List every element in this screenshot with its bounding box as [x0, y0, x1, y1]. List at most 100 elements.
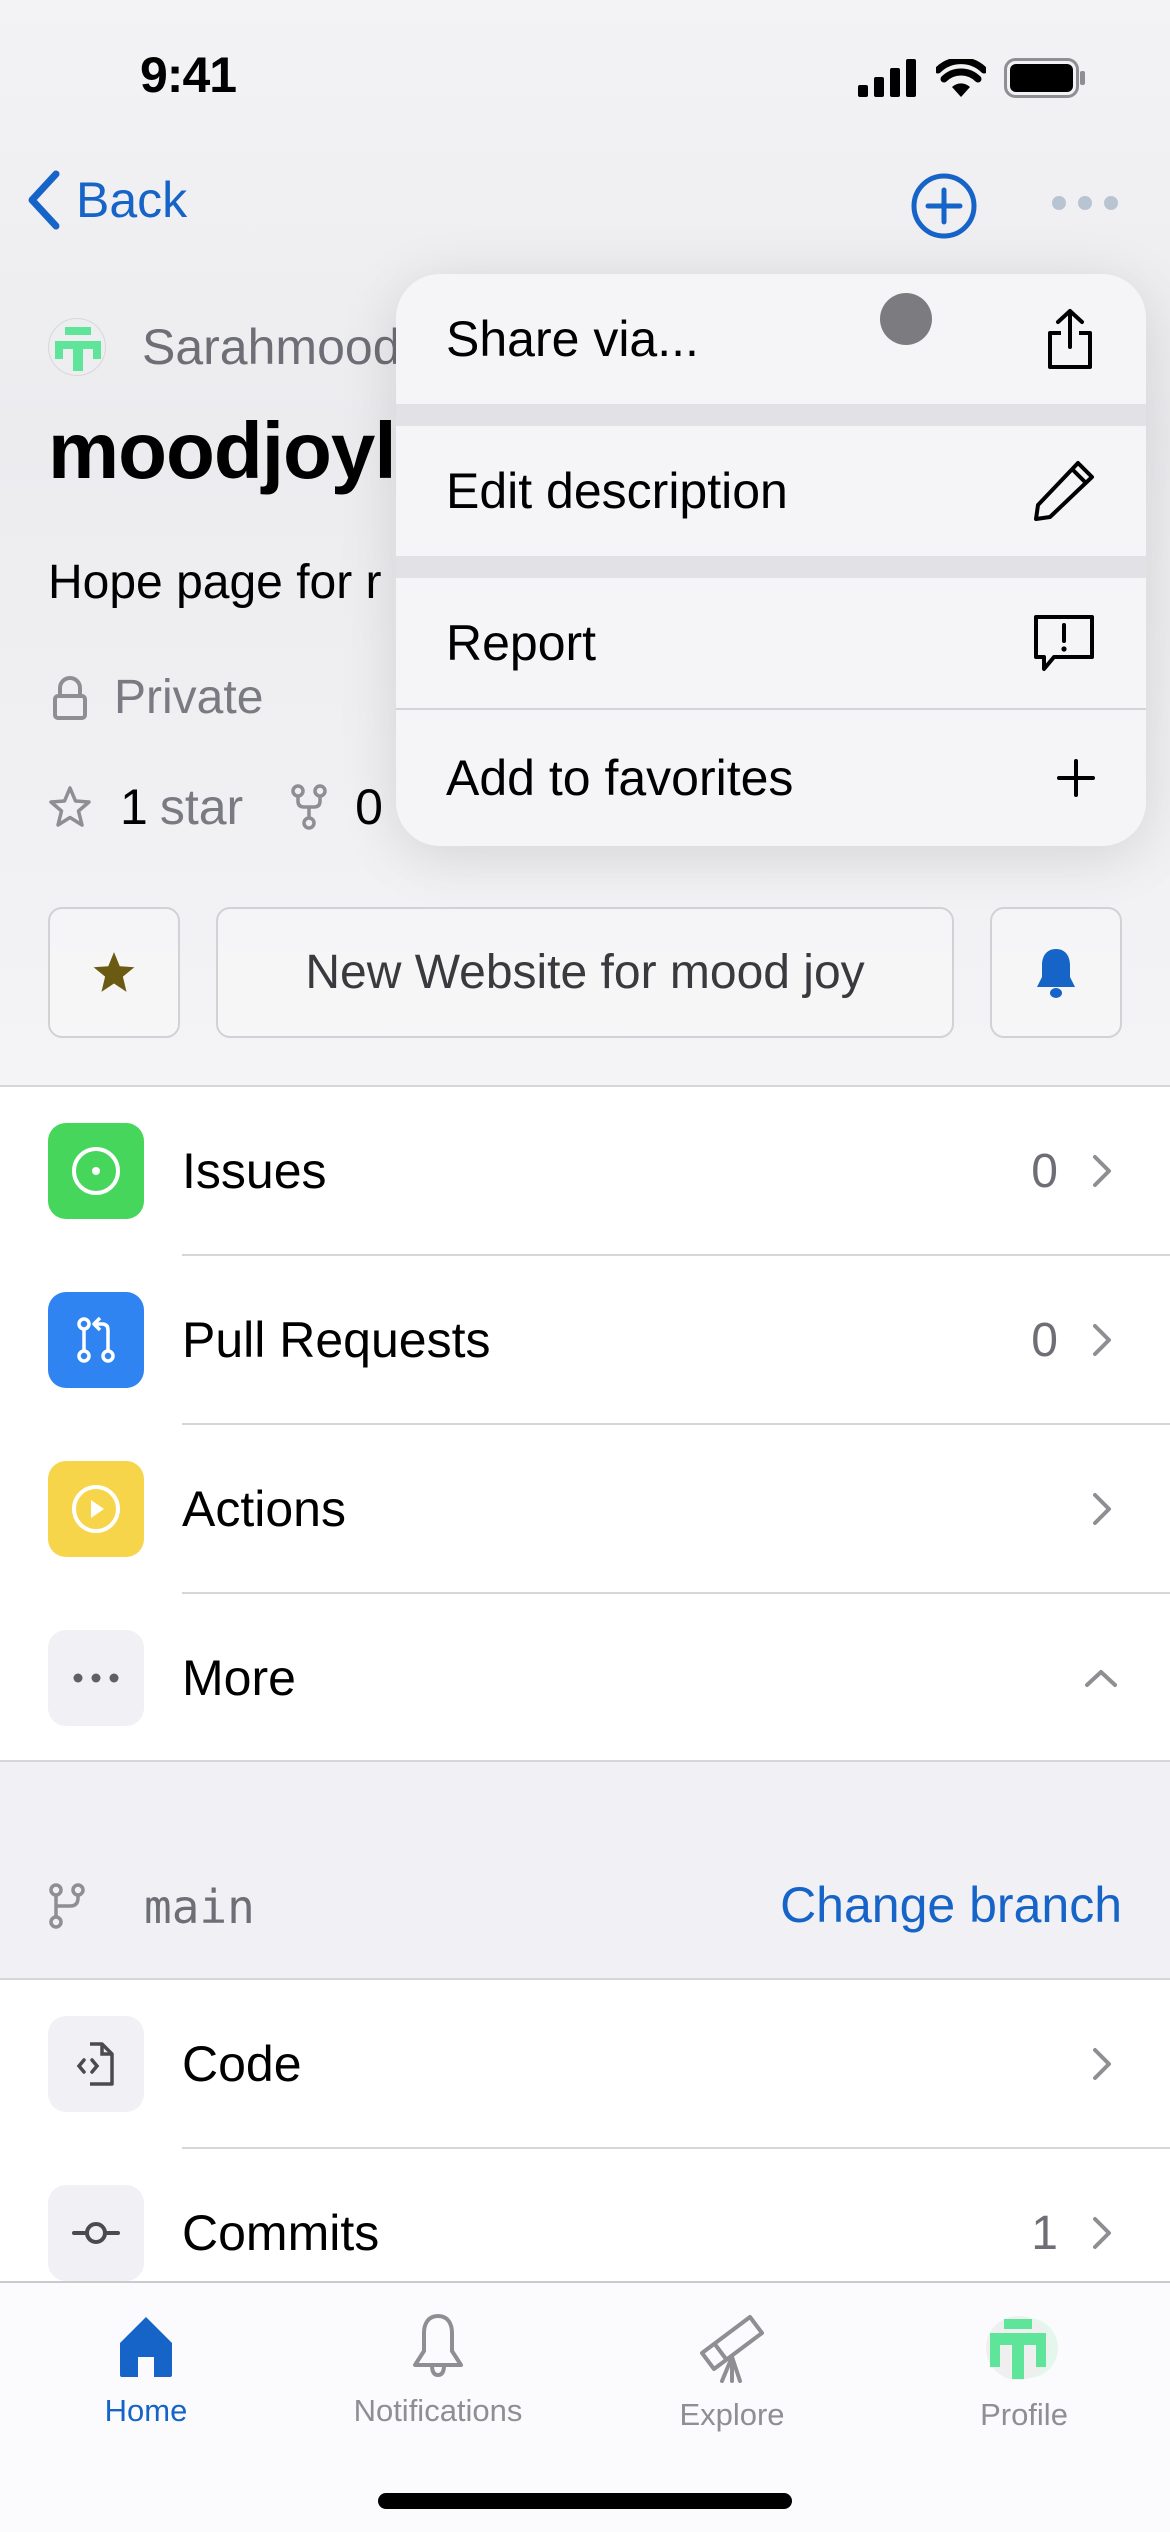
menu-item-edit-description[interactable]: Edit description — [396, 426, 1146, 556]
list-item-label: Pull Requests — [182, 1312, 491, 1368]
owner-name: Sarahmood — [142, 319, 401, 375]
list-item-more[interactable]: More — [0, 1594, 1170, 1762]
list-item-code[interactable]: Code — [0, 1980, 1170, 2148]
branch-name: main — [144, 1880, 255, 1934]
tab-explore[interactable]: Explore — [622, 2313, 842, 2433]
stars-label[interactable]: star — [160, 778, 243, 836]
list-item-pull-requests[interactable]: Pull Requests 0 — [0, 1256, 1170, 1424]
star-filled-icon — [93, 951, 135, 992]
menu-item-label: Share via... — [446, 311, 699, 367]
menu-item-label: Add to favorites — [446, 750, 794, 806]
tab-label: Explore — [679, 2397, 785, 2432]
more-tile — [48, 1630, 144, 1726]
tab-home[interactable]: Home — [36, 2313, 256, 2429]
tab-profile[interactable]: Profile — [914, 2313, 1134, 2433]
forks-count[interactable]: 0 — [355, 778, 383, 836]
chevron-right-icon — [1093, 1493, 1111, 1525]
report-icon — [1034, 615, 1094, 671]
profile-avatar-icon — [986, 2316, 1058, 2380]
share-icon — [1048, 309, 1092, 369]
change-branch-button[interactable]: Change branch — [780, 1876, 1122, 1934]
repo-owner[interactable]: Sarahmood — [48, 318, 401, 376]
branch-icon — [49, 1883, 85, 1929]
back-button[interactable]: Back — [26, 170, 187, 230]
list-item-actions[interactable]: Actions — [0, 1425, 1170, 1593]
repo-stats: 1 star 0 — [48, 778, 383, 836]
plus-circle-icon — [911, 173, 977, 239]
list-item-label: Commits — [182, 2205, 380, 2261]
list-item-label: Code — [182, 2036, 302, 2092]
watch-button[interactable] — [990, 907, 1122, 1038]
chevron-right-icon — [1093, 2048, 1111, 2080]
plus-icon — [1057, 759, 1095, 797]
more-dot-icon — [1052, 196, 1066, 210]
stars-count[interactable]: 1 — [120, 778, 148, 836]
repo-description: Hope page for r — [48, 556, 382, 609]
chevron-up-icon — [1085, 1670, 1117, 1687]
tab-label: Home — [104, 2393, 188, 2428]
avatar — [48, 318, 106, 376]
menu-item-add-favorites[interactable]: Add to favorites — [396, 710, 1146, 846]
commit-icon — [72, 2222, 120, 2244]
list-item-label: More — [182, 1650, 296, 1706]
description-button[interactable]: New Website for mood joy — [216, 907, 954, 1038]
chevron-right-icon — [1093, 2217, 1111, 2249]
more-dot-icon — [1078, 196, 1092, 210]
code-file-icon — [76, 2042, 114, 2086]
context-menu: Share via... Edit description Report Add… — [396, 274, 1146, 846]
list-item-issues[interactable]: Issues 0 — [0, 1087, 1170, 1255]
menu-item-report[interactable]: Report — [396, 578, 1146, 708]
chevron-left-icon — [28, 170, 60, 230]
home-indicator — [378, 2493, 792, 2509]
bell-filled-icon — [1037, 948, 1075, 998]
list-item-label: Actions — [182, 1481, 346, 1537]
pencil-icon — [1034, 461, 1094, 521]
star-outline-icon — [49, 786, 91, 827]
menu-group-separator — [396, 404, 1146, 426]
home-icon — [120, 2317, 172, 2377]
visibility-label: Private — [114, 671, 264, 724]
actions-tile — [48, 1461, 144, 1557]
fork-icon — [291, 784, 327, 830]
status-icons — [858, 58, 1086, 98]
branch-section: main Change branch — [0, 1762, 1170, 1978]
star-button[interactable] — [48, 907, 180, 1038]
back-label: Back — [76, 172, 188, 228]
battery-icon — [1004, 58, 1085, 98]
telescope-icon — [700, 2315, 764, 2383]
pull-request-icon — [77, 1316, 115, 1363]
tab-label: Profile — [980, 2397, 1068, 2432]
signal-icon — [858, 59, 916, 97]
tab-notifications[interactable]: Notifications — [328, 2313, 548, 2429]
more-dot-icon — [1104, 196, 1118, 210]
list-item-label: Issues — [182, 1143, 327, 1199]
chevron-right-icon — [1093, 1155, 1111, 1187]
touch-indicator — [880, 293, 932, 345]
pull-requests-tile — [48, 1292, 144, 1388]
issues-icon — [72, 1147, 120, 1195]
code-tile — [48, 2016, 144, 2112]
menu-item-label: Report — [446, 615, 597, 671]
menu-item-share[interactable]: Share via... — [396, 274, 1146, 404]
tab-label: Notifications — [353, 2393, 523, 2428]
more-options-button[interactable] — [1052, 196, 1118, 210]
identicon-icon — [55, 327, 101, 371]
ellipsis-icon — [73, 1673, 119, 1683]
status-bar: 9:41 — [0, 0, 1170, 150]
repo-title: moodjoyl — [48, 406, 397, 495]
menu-group-separator — [396, 556, 1146, 578]
commits-tile — [48, 2185, 144, 2281]
status-time: 9:41 — [140, 47, 237, 103]
menu-item-label: Edit description — [446, 463, 788, 519]
add-button[interactable] — [910, 172, 978, 240]
list-item-count: 0 — [1031, 1144, 1058, 1198]
issues-tile — [48, 1123, 144, 1219]
visibility-badge: Private — [52, 670, 263, 725]
wifi-icon — [936, 59, 986, 97]
actions-icon — [72, 1485, 120, 1533]
chevron-right-icon — [1093, 1324, 1111, 1356]
list-item-count: 1 — [1031, 2206, 1058, 2260]
list-item-count: 0 — [1031, 1313, 1058, 1367]
bell-icon — [413, 2314, 463, 2378]
lock-icon — [53, 675, 87, 720]
